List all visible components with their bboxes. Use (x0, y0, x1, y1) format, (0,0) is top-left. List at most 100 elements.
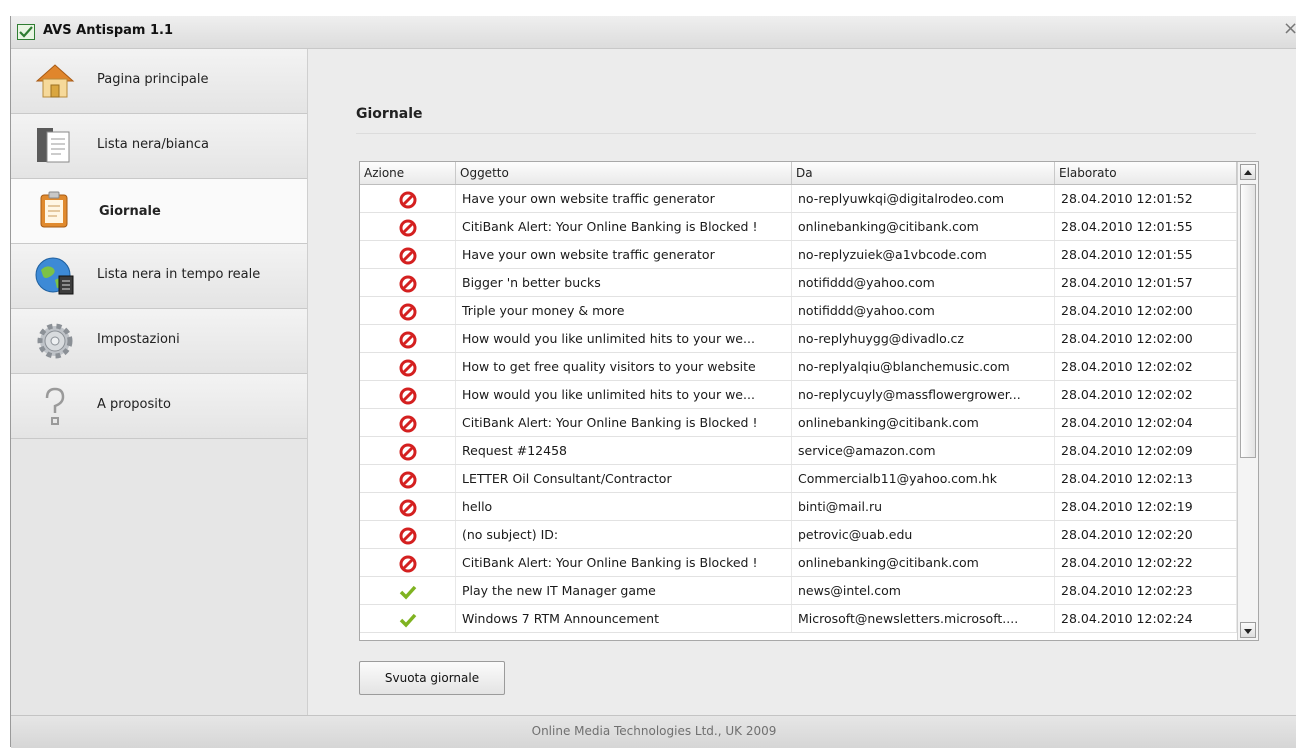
blocked-icon (399, 247, 416, 264)
column-header-processed[interactable]: Elaborato (1055, 162, 1237, 184)
sender-cell: binti@mail.ru (792, 493, 1055, 520)
blocked-icon (399, 415, 416, 432)
blocked-icon (399, 275, 416, 292)
action-cell (360, 549, 456, 576)
processed-cell: 28.04.2010 12:01:55 (1055, 241, 1237, 268)
subject-cell: How would you like unlimited hits to you… (456, 381, 792, 408)
page-title: Giornale (356, 106, 423, 122)
question-icon (45, 387, 65, 425)
sender-cell: onlinebanking@citibank.com (792, 213, 1055, 240)
subject-cell: Have your own website traffic generator (456, 241, 792, 268)
action-cell (360, 241, 456, 268)
subject-cell: How to get free quality visitors to your… (456, 353, 792, 380)
sidebar-item-label: Lista nera in tempo reale (97, 267, 261, 282)
subject-cell: (no subject) ID: (456, 521, 792, 548)
subject-cell: CitiBank Alert: Your Online Banking is B… (456, 213, 792, 240)
processed-cell: 28.04.2010 12:01:55 (1055, 213, 1237, 240)
column-header-action[interactable]: Azione (360, 162, 456, 184)
action-cell (360, 353, 456, 380)
sidebar-item-home[interactable]: Pagina principale (11, 49, 307, 114)
blocked-icon (399, 359, 416, 376)
sidebar-item-log[interactable]: Giornale (11, 179, 307, 244)
blocked-icon (399, 387, 416, 404)
sidebar-item-label: Impostazioni (97, 332, 180, 347)
table-row[interactable]: Have your own website traffic generator n… (360, 185, 1237, 213)
home-icon (35, 64, 75, 98)
table-header: Azione Oggetto Da Elaborato (360, 162, 1237, 185)
scroll-thumb[interactable] (1240, 184, 1256, 458)
sidebar-item-label: Giornale (99, 204, 161, 219)
processed-cell: 28.04.2010 12:02:02 (1055, 353, 1237, 380)
processed-cell: 28.04.2010 12:02:00 (1055, 297, 1237, 324)
app-logo-icon (17, 24, 35, 40)
sidebar-item-realtime-blacklist[interactable]: Lista nera in tempo reale (11, 244, 307, 309)
vertical-scrollbar[interactable] (1237, 162, 1258, 640)
subject-cell: LETTER Oil Consultant/Contractor (456, 465, 792, 492)
table-row[interactable]: Triple your money & more notifiddd@yahoo.… (360, 297, 1237, 325)
blocked-icon (399, 191, 416, 208)
table-row[interactable]: CitiBank Alert: Your Online Banking is B… (360, 549, 1237, 577)
processed-cell: 28.04.2010 12:02:02 (1055, 381, 1237, 408)
table-body: Have your own website traffic generator n… (360, 185, 1237, 633)
sender-cell: no-replycuyly@massflowergrower... (792, 381, 1055, 408)
scroll-down-button[interactable] (1240, 622, 1256, 638)
table-row[interactable]: CitiBank Alert: Your Online Banking is B… (360, 213, 1237, 241)
window-title: AVS Antispam 1.1 (43, 23, 174, 38)
sidebar-item-settings[interactable]: Impostazioni (11, 309, 307, 374)
subject-cell: Triple your money & more (456, 297, 792, 324)
table-row[interactable]: (no subject) ID: petrovic@uab.edu 28.04.20… (360, 521, 1237, 549)
blocked-icon (399, 443, 416, 460)
column-header-from[interactable]: Da (792, 162, 1055, 184)
column-header-subject[interactable]: Oggetto (456, 162, 792, 184)
table-row[interactable]: Have your own website traffic generator n… (360, 241, 1237, 269)
action-cell (360, 493, 456, 520)
processed-cell: 28.04.2010 12:02:20 (1055, 521, 1237, 548)
table-row[interactable]: Windows 7 RTM Announcement Microsoft@news… (360, 605, 1237, 633)
processed-cell: 28.04.2010 12:02:09 (1055, 437, 1237, 464)
blocked-icon (399, 471, 416, 488)
sender-cell: petrovic@uab.edu (792, 521, 1055, 548)
subject-cell: CitiBank Alert: Your Online Banking is B… (456, 409, 792, 436)
action-cell (360, 213, 456, 240)
title-bar[interactable]: AVS Antispam 1.1 × (11, 16, 1296, 49)
table-row[interactable]: Bigger 'n better bucks notifiddd@yahoo.co… (360, 269, 1237, 297)
table-row[interactable]: How would you like unlimited hits to you… (360, 381, 1237, 409)
sidebar: Pagina principale Lista nera/bianca Gior… (11, 49, 308, 715)
sender-cell: news@intel.com (792, 577, 1055, 604)
clipboard-icon (40, 191, 68, 228)
main-panel: Giornale Azione Oggetto Da Elaborato Hav… (308, 49, 1296, 715)
action-cell (360, 465, 456, 492)
close-button[interactable]: × (1283, 18, 1296, 40)
sender-cell: Commercialb11@yahoo.com.hk (792, 465, 1055, 492)
subject-cell: CitiBank Alert: Your Online Banking is B… (456, 549, 792, 576)
table-row[interactable]: hello binti@mail.ru 28.04.2010 12:02:19 (360, 493, 1237, 521)
log-table[interactable]: Azione Oggetto Da Elaborato Have your ow… (359, 161, 1259, 641)
scroll-up-button[interactable] (1240, 164, 1256, 180)
sidebar-item-about[interactable]: A proposito (11, 374, 307, 439)
blocked-icon (399, 499, 416, 516)
gear-icon (37, 323, 73, 359)
action-cell (360, 297, 456, 324)
action-cell (360, 185, 456, 212)
table-row[interactable]: How to get free quality visitors to your… (360, 353, 1237, 381)
allowed-check-icon (399, 613, 416, 628)
table-row[interactable]: Play the new IT Manager game news@intel.c… (360, 577, 1237, 605)
sidebar-item-label: Pagina principale (97, 72, 209, 87)
table-row[interactable]: CitiBank Alert: Your Online Banking is B… (360, 409, 1237, 437)
globe-icon (35, 257, 74, 295)
processed-cell: 28.04.2010 12:02:00 (1055, 325, 1237, 352)
processed-cell: 28.04.2010 12:02:23 (1055, 577, 1237, 604)
sender-cell: Microsoft@newsletters.microsoft.... (792, 605, 1055, 632)
sidebar-item-label: Lista nera/bianca (97, 137, 209, 152)
clear-log-button[interactable]: Svuota giornale (359, 661, 505, 695)
blocked-icon (399, 303, 416, 320)
processed-cell: 28.04.2010 12:01:57 (1055, 269, 1237, 296)
table-row[interactable]: LETTER Oil Consultant/Contractor Commerci… (360, 465, 1237, 493)
table-row[interactable]: Request #12458 service@amazon.com 28.04.20… (360, 437, 1237, 465)
sidebar-item-blacklist-whitelist[interactable]: Lista nera/bianca (11, 114, 307, 179)
subject-cell: Request #12458 (456, 437, 792, 464)
table-row[interactable]: How would you like unlimited hits to you… (360, 325, 1237, 353)
subject-cell: Have your own website traffic generator (456, 185, 792, 212)
sender-cell: notifiddd@yahoo.com (792, 269, 1055, 296)
processed-cell: 28.04.2010 12:01:52 (1055, 185, 1237, 212)
